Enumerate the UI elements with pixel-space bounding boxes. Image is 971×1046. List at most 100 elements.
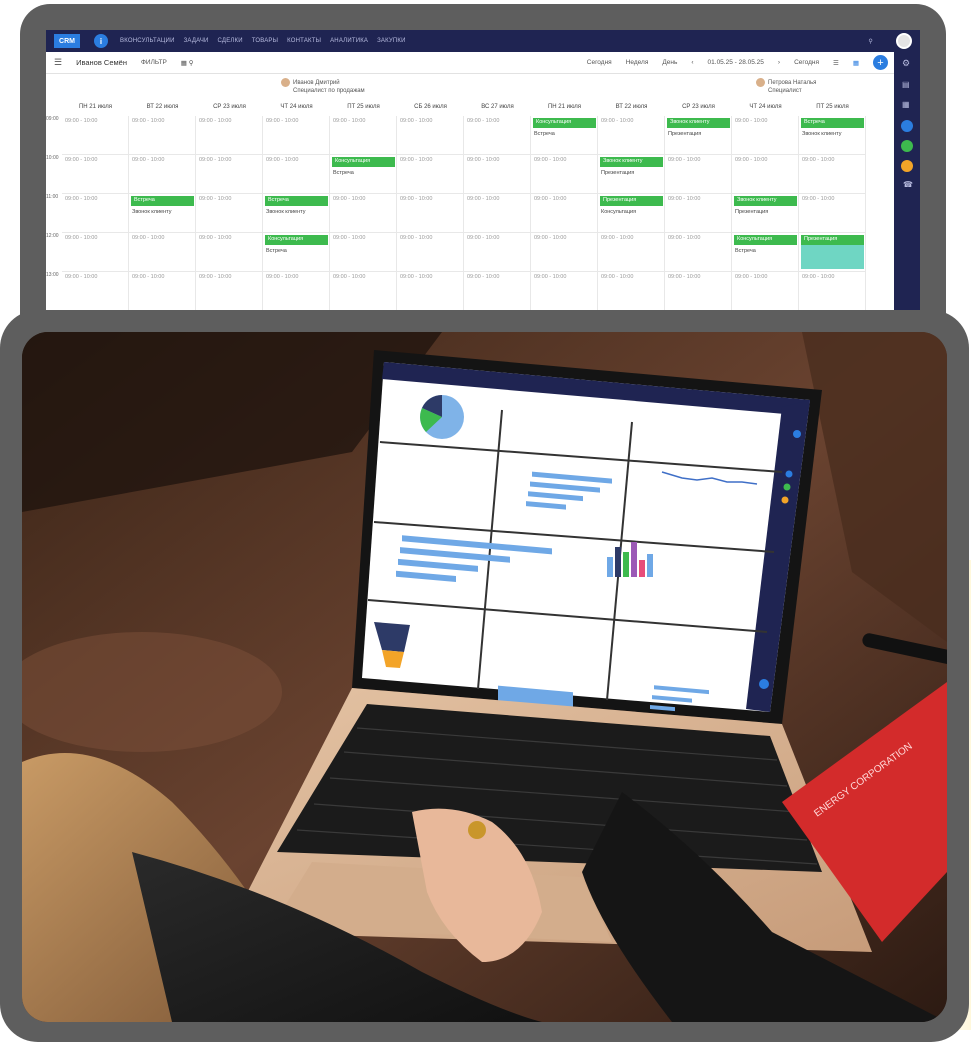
- calendar-view-icon[interactable]: ▦: [853, 59, 859, 67]
- calendar-slot[interactable]: 09:00 - 10:00: [196, 116, 263, 155]
- calendar-slot[interactable]: 09:00 - 10:00: [397, 233, 464, 272]
- nav-item-tasks[interactable]: ЗАДАЧИ: [184, 38, 209, 44]
- call-icon[interactable]: [901, 140, 913, 152]
- calendar-slot[interactable]: 09:00 - 10:00: [62, 194, 129, 233]
- calendar-slot[interactable]: 09:00 - 10:00: [732, 155, 799, 194]
- calendar-slot[interactable]: 09:00 - 10:00: [531, 233, 598, 272]
- calendar-slot[interactable]: 09:00 - 10:00: [62, 116, 129, 155]
- calendar-slot[interactable]: 09:00 - 10:00: [62, 155, 129, 194]
- user-avatar[interactable]: [896, 33, 912, 49]
- calendar-slot[interactable]: 09:00 - 10:00: [598, 116, 665, 155]
- view-day[interactable]: День: [662, 59, 677, 66]
- crm-top-bar: CRM i ВКОНСУЛЬТАЦИИ ЗАДАЧИ СДЕЛКИ ТОВАРЫ…: [46, 30, 920, 52]
- mail-icon[interactable]: [901, 160, 913, 172]
- calendar-slot[interactable]: 09:00 - 10:00: [196, 155, 263, 194]
- calendar-slot[interactable]: 09:00 - 10:00: [330, 194, 397, 233]
- prev-arrow-icon[interactable]: ‹: [691, 59, 693, 66]
- table-icon[interactable]: ▦: [902, 100, 910, 109]
- employee-name: Петрова Наталья: [768, 80, 817, 87]
- calendar-slot[interactable]: 09:00 - 10:00: [397, 272, 464, 311]
- calendar-slot[interactable]: 09:00 - 10:00: [531, 272, 598, 311]
- event-chip[interactable]: Звонок клиенту: [600, 157, 663, 167]
- event-chip[interactable]: Встреча: [801, 118, 864, 128]
- list-view-icon[interactable]: ☰: [833, 59, 839, 67]
- calendar-slot[interactable]: 09:00 - 10:00: [665, 233, 732, 272]
- calendar-slot[interactable]: 09:00 - 10:00: [397, 155, 464, 194]
- add-event-button[interactable]: +: [873, 55, 888, 70]
- calendar-slot[interactable]: 09:00 - 10:00: [732, 116, 799, 155]
- today-button[interactable]: Сегодня: [794, 59, 819, 66]
- event-chip[interactable]: Встреча: [131, 196, 194, 206]
- calendar-slot[interactable]: 09:00 - 10:00: [330, 116, 397, 155]
- calendar-slot[interactable]: 09:00 - 10:00: [62, 233, 129, 272]
- search-icon[interactable]: ⚲: [868, 38, 873, 45]
- view-week[interactable]: Неделя: [626, 59, 649, 66]
- calendar-slot[interactable]: 09:00 - 10:00: [464, 116, 531, 155]
- calendar-slot[interactable]: 09:00 - 10:00: [464, 233, 531, 272]
- event-chip[interactable]: Звонок клиенту: [734, 196, 797, 206]
- calendar-slot[interactable]: 09:00 - 10:00: [129, 116, 196, 155]
- calendar-slot[interactable]: 09:00 - 10:00: [799, 194, 866, 233]
- calendar-slot[interactable]: 09:00 - 10:00: [330, 233, 397, 272]
- calendar-slot[interactable]: 09:00 - 10:00: [129, 155, 196, 194]
- info-icon[interactable]: i: [94, 34, 108, 48]
- calendar-slot[interactable]: 09:00 - 10:00: [196, 233, 263, 272]
- employee-role: Специалист: [768, 88, 802, 95]
- calendar-slot[interactable]: 09:00 - 10:00: [598, 272, 665, 311]
- event-chip[interactable]: Презентация: [801, 235, 864, 245]
- event-chip[interactable]: Звонок клиенту: [667, 118, 730, 128]
- view-today[interactable]: Сегодня: [587, 59, 612, 66]
- calendar-slot[interactable]: 09:00 - 10:00: [263, 116, 330, 155]
- chart-icon[interactable]: ▤: [902, 80, 910, 89]
- calendar-slot[interactable]: 09:00 - 10:00: [330, 272, 397, 311]
- filter-button[interactable]: ФИЛЬТР: [141, 59, 167, 66]
- avatar: [281, 78, 290, 87]
- calendar-slot[interactable]: 09:00 - 10:00: [62, 272, 129, 311]
- menu-icon[interactable]: ☰: [54, 57, 62, 68]
- calendar-slot[interactable]: 09:00 - 10:00: [263, 155, 330, 194]
- calendar-slot[interactable]: 09:00 - 10:00: [799, 272, 866, 311]
- event-note: Звонок клиенту: [266, 209, 306, 215]
- chat-icon[interactable]: [901, 120, 913, 132]
- calendar-slot[interactable]: 09:00 - 10:00: [196, 272, 263, 311]
- calendar-slot[interactable]: 09:00 - 10:00: [464, 155, 531, 194]
- gear-icon[interactable]: ⚙: [902, 58, 910, 69]
- calendar-slot[interactable]: 09:00 - 10:00: [665, 272, 732, 311]
- nav-item-analytics[interactable]: АНАЛИТИКА: [330, 38, 368, 44]
- calendar-slot[interactable]: 09:00 - 10:00: [665, 194, 732, 233]
- calendar-slot[interactable]: 09:00 - 10:00: [464, 272, 531, 311]
- event-chip[interactable]: Встреча: [265, 196, 328, 206]
- calendar-slot[interactable]: 09:00 - 10:00: [665, 155, 732, 194]
- event-chip[interactable]: Консультация: [533, 118, 596, 128]
- nav-item-contacts[interactable]: КОНТАКТЫ: [287, 38, 321, 44]
- nav-item-deals[interactable]: СДЕЛКИ: [218, 38, 243, 44]
- event-chip[interactable]: Консультация: [734, 235, 797, 245]
- calendar-slot[interactable]: 09:00 - 10:00: [799, 155, 866, 194]
- calendar-slot[interactable]: 09:00 - 10:00: [464, 194, 531, 233]
- event-chip[interactable]: Презентация: [600, 196, 663, 206]
- event-chip[interactable]: Консультация: [332, 157, 395, 167]
- calendar-slot[interactable]: 09:00 - 10:00: [531, 155, 598, 194]
- calendar-slot[interactable]: 09:00 - 10:00: [397, 116, 464, 155]
- day-header: ВТ 22 июля: [615, 104, 648, 110]
- event-chip[interactable]: Консультация: [265, 235, 328, 245]
- nav-item-purchases[interactable]: ЗАКУПКИ: [377, 38, 406, 44]
- event-note: Презентация: [601, 170, 635, 176]
- calendar-slot[interactable]: 09:00 - 10:00: [129, 272, 196, 311]
- nav-item-consultations[interactable]: ВКОНСУЛЬТАЦИИ: [120, 38, 175, 44]
- crm-logo[interactable]: CRM: [54, 34, 80, 48]
- calendar-slot[interactable]: 09:00 - 10:00: [531, 194, 598, 233]
- calendar-slot[interactable]: 09:00 - 10:00: [732, 272, 799, 311]
- grid-icon[interactable]: ▦ ⚲: [181, 59, 194, 67]
- next-arrow-icon[interactable]: ›: [778, 59, 780, 66]
- calendar-slot[interactable]: 09:00 - 10:00: [129, 233, 196, 272]
- calendar-slot[interactable]: 09:00 - 10:00: [397, 194, 464, 233]
- calendar-slot[interactable]: 09:00 - 10:00: [598, 233, 665, 272]
- event-note: Консультация: [601, 209, 637, 215]
- calendar-slot[interactable]: 09:00 - 10:00: [263, 272, 330, 311]
- selected-slot[interactable]: [801, 245, 864, 269]
- nav-item-products[interactable]: ТОВАРЫ: [252, 38, 278, 44]
- calendar-slot[interactable]: 09:00 - 10:00: [196, 194, 263, 233]
- phone-icon[interactable]: ☎: [903, 180, 913, 189]
- day-header: ВТ 22 июля: [146, 104, 179, 110]
